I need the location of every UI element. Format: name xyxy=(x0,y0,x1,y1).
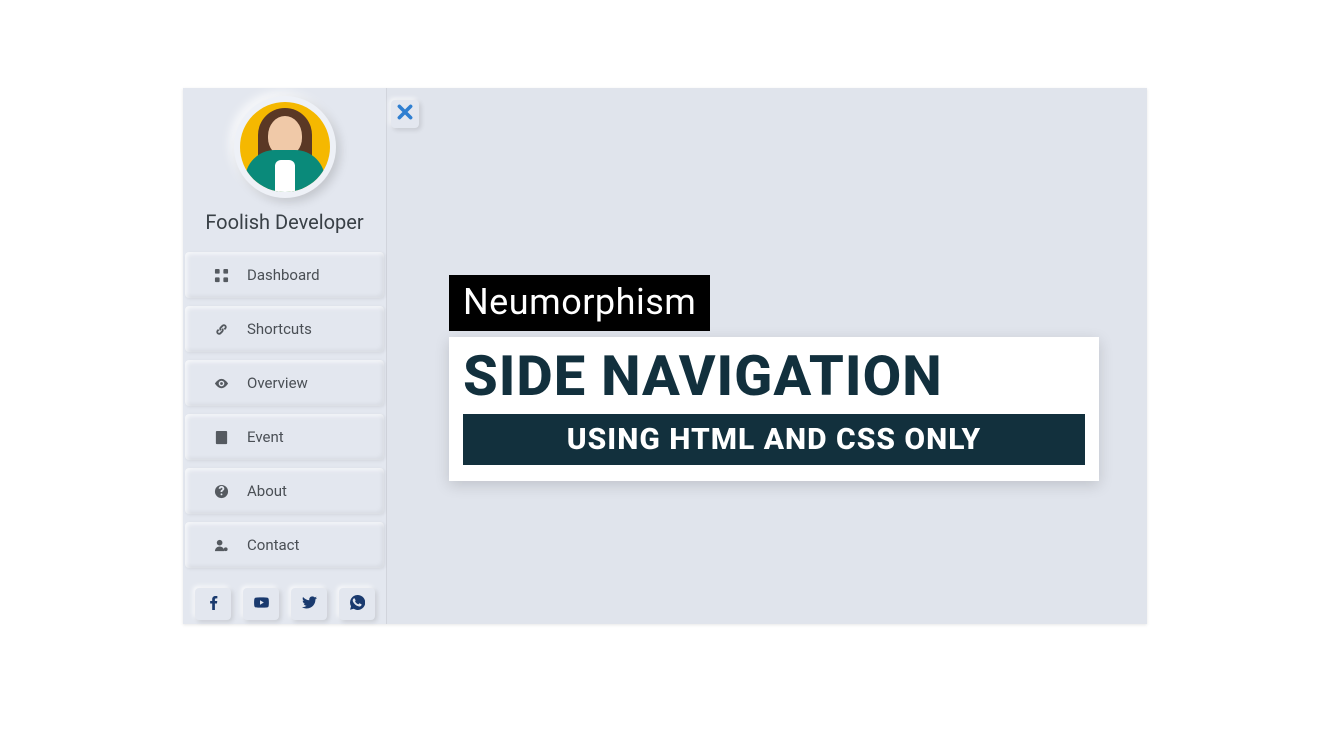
facebook-icon xyxy=(206,595,221,614)
whatsapp-icon xyxy=(350,595,365,614)
nav-item-shortcuts[interactable]: Shortcuts xyxy=(185,306,384,352)
nav-item-contact[interactable]: Contact xyxy=(185,522,384,568)
nav-item-overview[interactable]: Overview xyxy=(185,360,384,406)
banner-tag: Neumorphism xyxy=(449,275,710,331)
nav-item-label: Contact xyxy=(247,536,299,554)
social-whatsapp[interactable] xyxy=(339,588,375,620)
avatar-container xyxy=(183,88,386,210)
nav-item-label: Shortcuts xyxy=(247,320,312,338)
link-icon xyxy=(213,321,229,337)
nav-item-label: About xyxy=(247,482,287,500)
book-icon xyxy=(213,429,229,445)
social-facebook[interactable] xyxy=(195,588,231,620)
nav-item-dashboard[interactable]: Dashboard xyxy=(185,252,384,298)
profile-name: Foolish Developer xyxy=(183,210,386,234)
question-icon xyxy=(213,483,229,499)
twitter-icon xyxy=(302,595,317,614)
nav-list: Dashboard Shortcuts Overview Event xyxy=(183,252,386,568)
sidebar: Foolish Developer Dashboard Shortcuts Ov… xyxy=(183,88,387,624)
main-content: Neumorphism SIDE NAVIGATION USING HTML A… xyxy=(387,88,1147,624)
banner-subtitle: USING HTML AND CSS ONLY xyxy=(463,414,1085,465)
social-row xyxy=(195,588,375,620)
avatar-image xyxy=(240,102,330,192)
user-icon xyxy=(213,537,229,553)
nav-item-label: Overview xyxy=(247,374,308,392)
youtube-icon xyxy=(254,595,269,614)
grid-icon xyxy=(213,267,229,283)
nav-item-label: Dashboard xyxy=(247,266,320,284)
banner-title: SIDE NAVIGATION xyxy=(463,347,1085,406)
banner: Neumorphism SIDE NAVIGATION USING HTML A… xyxy=(449,275,1099,481)
social-youtube[interactable] xyxy=(243,588,279,620)
close-button[interactable] xyxy=(391,100,419,128)
nav-item-about[interactable]: About xyxy=(185,468,384,514)
avatar[interactable] xyxy=(234,96,336,198)
close-icon xyxy=(396,103,414,125)
eye-icon xyxy=(213,375,229,391)
app-container: Foolish Developer Dashboard Shortcuts Ov… xyxy=(183,88,1147,624)
social-twitter[interactable] xyxy=(291,588,327,620)
nav-item-event[interactable]: Event xyxy=(185,414,384,460)
nav-item-label: Event xyxy=(247,428,284,446)
banner-card: SIDE NAVIGATION USING HTML AND CSS ONLY xyxy=(449,337,1099,481)
